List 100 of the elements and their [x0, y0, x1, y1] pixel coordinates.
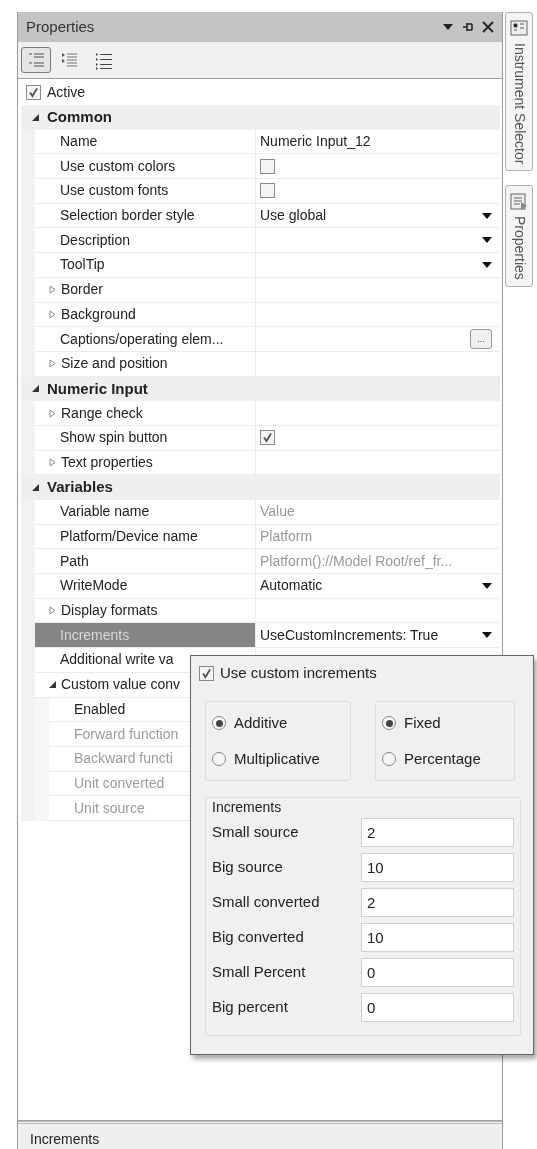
category-header: Variables [47, 477, 113, 498]
radio-button[interactable] [212, 716, 226, 731]
input-field[interactable]: 10 [361, 923, 514, 952]
property-name: Additional write va [60, 650, 174, 670]
dropdown-arrow-icon[interactable] [482, 632, 492, 639]
property-name: Captions/operating elem... [60, 329, 224, 349]
property-name: Unit converted [74, 773, 165, 793]
name-cell[interactable]: Range check [35, 401, 256, 426]
collapsed-icon[interactable] [48, 408, 57, 418]
collapsed-icon[interactable] [48, 359, 57, 369]
expanded-icon[interactable] [31, 384, 40, 394]
radio-label: Fixed [404, 713, 441, 733]
dropdown-arrow-icon[interactable] [482, 212, 492, 219]
property-name: Show spin button [60, 428, 168, 448]
input-field[interactable]: 0 [361, 958, 514, 987]
input-field[interactable]: 0 [361, 993, 514, 1022]
dropdown-arrow-icon[interactable] [482, 237, 492, 244]
property-name: Platform/Device name [60, 527, 198, 547]
field-label: Small converted [212, 892, 321, 913]
property-name: Increments [60, 625, 130, 645]
property-name: Size and position [61, 354, 168, 374]
category-header: Common [47, 107, 112, 128]
property-name: Range check [61, 403, 143, 423]
field-label: Small source [212, 822, 300, 843]
close-icon [482, 21, 494, 33]
side-tab[interactable]: Properties [505, 185, 533, 288]
property-name: Path [60, 551, 89, 571]
property-name: ToolTip [60, 255, 105, 275]
dropdown-arrow-icon[interactable] [482, 261, 492, 268]
property-value: Value [260, 502, 295, 522]
name-cell[interactable]: Path [35, 549, 256, 575]
radio-button[interactable] [212, 751, 226, 766]
input-field[interactable]: 2 [361, 818, 514, 847]
window-title: Properties [26, 16, 96, 37]
property-name: Name [60, 132, 98, 152]
category-header: Numeric Input [47, 378, 148, 399]
name-cell[interactable]: Name [35, 129, 256, 155]
property-name: Display formats [61, 601, 158, 621]
property-value: Platform [260, 527, 313, 547]
field-label: Big percent [212, 997, 289, 1018]
checkbox[interactable] [260, 158, 275, 174]
checkbox[interactable] [26, 85, 41, 100]
property-name: WriteMode [60, 576, 128, 596]
property-name: Selection border style [60, 206, 195, 226]
checkbox-label: Active [47, 83, 86, 102]
expanded-icon[interactable] [31, 112, 40, 122]
name-cell[interactable]: Use custom fonts [35, 179, 256, 204]
dropdown-value: Use global [260, 206, 327, 226]
collapsed-icon[interactable] [48, 309, 57, 319]
name-cell[interactable]: Border [35, 277, 256, 303]
categorized-view-button[interactable] [21, 47, 51, 73]
property-name: Enabled [74, 699, 126, 719]
panel-icon [509, 192, 529, 213]
input-field[interactable]: 10 [361, 853, 514, 882]
category-row[interactable]: Variables [21, 475, 500, 500]
property-name: Variable name [60, 502, 150, 522]
name-cell[interactable]: Platform/Device name [35, 524, 256, 550]
description-title: Increments [30, 1131, 100, 1147]
name-cell[interactable]: ToolTip [35, 253, 256, 278]
name-cell[interactable]: Background [35, 302, 256, 328]
panel-icon [509, 19, 529, 39]
property-value: Platform()://Model Root/ref_fr... [260, 551, 453, 571]
radio-button[interactable] [382, 751, 396, 766]
name-cell[interactable]: Variable name [35, 500, 256, 525]
name-cell[interactable]: Description [35, 228, 256, 254]
dropdown-icon [442, 23, 454, 31]
property-name: Background [61, 304, 136, 324]
radio-button[interactable] [382, 716, 396, 731]
collapsed-icon[interactable] [48, 457, 57, 467]
collapsed-icon[interactable] [48, 606, 57, 616]
name-cell[interactable]: Selection border style [35, 203, 256, 229]
property-name: Border [61, 280, 104, 300]
dropdown-value: Automatic [260, 576, 323, 596]
radio-label: Percentage [404, 748, 481, 769]
ellipsis-button[interactable]: ... [470, 329, 492, 350]
expanded-icon[interactable] [31, 483, 40, 493]
expanded-icon[interactable] [48, 680, 57, 690]
property-name: Description [60, 230, 131, 250]
field-label: Small Percent [212, 962, 307, 983]
checkbox[interactable] [260, 430, 275, 446]
name-cell[interactable]: Size and position [35, 351, 256, 377]
property-name: Forward function [74, 724, 179, 744]
name-cell[interactable]: Show spin button [35, 425, 256, 451]
input-field[interactable]: 2 [361, 888, 514, 917]
category-row[interactable]: Numeric Input [21, 376, 500, 402]
dropdown-arrow-icon[interactable] [482, 582, 492, 589]
property-name: Text properties [61, 452, 153, 472]
name-cell[interactable]: WriteMode [35, 574, 256, 599]
name-cell[interactable]: Captions/operating elem... [35, 327, 256, 352]
category-row[interactable]: Common [21, 105, 500, 130]
property-name: Backward functi [74, 749, 173, 769]
property-name: Use custom colors [60, 156, 176, 176]
name-cell[interactable]: Use custom colors [35, 154, 256, 180]
checkbox[interactable] [199, 665, 214, 681]
property-name: Use custom fonts [60, 181, 169, 201]
side-tab[interactable]: Instrument Selector [505, 12, 533, 172]
collapsed-icon[interactable] [48, 285, 57, 295]
property-name: Unit source [74, 798, 145, 818]
field-label: Big converted [212, 927, 305, 948]
checkbox[interactable] [260, 183, 275, 199]
